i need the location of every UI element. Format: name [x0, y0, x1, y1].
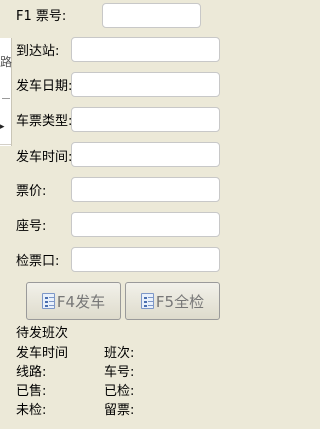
- gate-input[interactable]: [71, 247, 220, 272]
- ticket-no-input[interactable]: [102, 3, 201, 28]
- side-panel-divider: [2, 98, 10, 99]
- document-list-icon: [41, 293, 55, 309]
- destination-label: 到达站:: [16, 44, 60, 59]
- sold-label: 已售:: [16, 384, 47, 399]
- reserved-label: 留票:: [104, 403, 135, 418]
- time-label: 发车时间:: [16, 150, 73, 165]
- unchecked-label: 未检:: [16, 403, 47, 418]
- depart-button[interactable]: F4发车: [26, 282, 121, 320]
- checked-label: 已检:: [104, 384, 135, 399]
- seat-input[interactable]: [71, 212, 220, 237]
- seat-label: 座号:: [16, 219, 47, 234]
- side-panel-edge: 路 ▸: [0, 38, 12, 146]
- side-panel-bottom-line: [0, 144, 11, 145]
- route-label: 线路:: [16, 365, 47, 380]
- time-input[interactable]: [71, 142, 220, 167]
- price-label: 票价:: [16, 184, 47, 199]
- shift-label: 班次:: [104, 346, 135, 361]
- ticket-type-label: 车票类型:: [16, 114, 73, 129]
- ticket-type-input[interactable]: [71, 107, 220, 132]
- depart-time-label: 发车时间: [16, 346, 69, 361]
- date-label: 发车日期:: [16, 79, 73, 94]
- side-panel-partial-text: 路: [0, 55, 13, 69]
- check-all-button-label: F5全检: [155, 292, 205, 311]
- document-list-icon: [140, 293, 154, 309]
- date-input[interactable]: [71, 72, 220, 97]
- pending-shift-title: 待发班次: [16, 326, 69, 341]
- check-all-button[interactable]: F5全检: [125, 282, 220, 320]
- expand-arrow-icon[interactable]: ▸: [0, 122, 5, 132]
- destination-input[interactable]: [71, 37, 220, 62]
- ticket-no-label: F1 票号:: [16, 9, 67, 24]
- price-input[interactable]: [71, 177, 220, 202]
- bus-no-label: 车号:: [104, 365, 135, 380]
- depart-button-label: F4发车: [56, 292, 106, 311]
- gate-label: 检票口:: [16, 254, 60, 269]
